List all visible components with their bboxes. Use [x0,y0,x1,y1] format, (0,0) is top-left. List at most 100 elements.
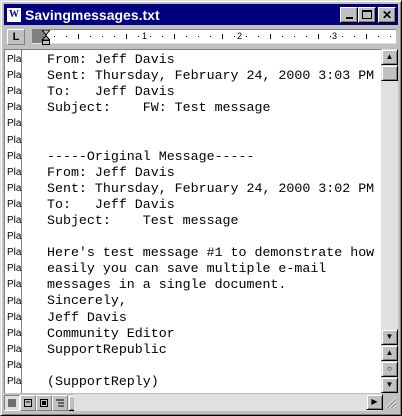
ruler-number-1: 1 [142,31,148,41]
word-app-icon[interactable]: W [6,6,22,23]
style-label[interactable]: Pla [7,199,21,211]
document-line[interactable]: SupportRepublic [47,342,374,358]
style-label[interactable]: Pla [7,376,21,388]
outline-view-button[interactable] [52,394,68,411]
previous-page-icon: ▲ [385,348,394,357]
document-line[interactable]: To: Jeff Davis [47,197,374,213]
minimize-icon [345,17,353,19]
document-line[interactable]: Subject: Test message [47,213,374,229]
style-label[interactable]: Pla [7,328,21,340]
minimize-button[interactable] [340,6,358,23]
style-label[interactable]: Pla [7,86,21,98]
ruler-tick-mark [102,36,103,37]
document-line[interactable]: From: Jeff Davis [47,165,374,181]
normal-view-button[interactable] [4,394,20,411]
browse-object-icon: ○ [387,364,392,373]
document-pane[interactable]: Pla Pla Pla Pla Pla Pla Pla Pla Pla Pla Pla Pla Pla P… [4,49,381,393]
ruler-tick-mark [162,36,163,37]
ruler-tick-mark [138,36,139,37]
document-line[interactable] [47,116,374,132]
tab-selector-button[interactable]: L [7,29,25,45]
horizontal-scrollbar-track[interactable] [74,394,381,411]
style-label[interactable]: Pla [7,279,21,291]
scroll-right-button[interactable]: ▶ [366,394,383,410]
document-line[interactable]: easily you can save multiple e-mail [47,261,374,277]
style-label[interactable]: Pla [7,263,21,275]
ruler-tick-mark [198,36,199,37]
ruler-tick-mark [270,34,271,39]
document-text[interactable]: From: Jeff Davis Sent: Thursday, February… [47,52,374,390]
document-line[interactable]: Subject: FW: Test message [47,100,374,116]
print-layout-view-button[interactable] [36,394,52,411]
document-line[interactable] [47,358,374,374]
ruler-tick-mark [150,36,151,37]
bottom-bar: ◀ ▶ [4,393,398,412]
web-layout-icon [24,398,32,407]
document-line[interactable]: Sent: Thursday, February 24, 2000 3:03 P… [47,68,374,84]
style-label[interactable]: Pla [7,118,21,130]
ruler-tick-mark [378,36,379,37]
style-label[interactable]: Pla [7,135,21,147]
document-line[interactable]: messages in a single document. [47,277,374,293]
style-label[interactable]: Pla [7,360,21,372]
ruler-tick-mark [366,34,367,39]
style-label[interactable]: Pla [7,167,21,179]
document-line[interactable]: Community Editor [47,326,374,342]
style-label[interactable]: Pla [7,231,21,243]
document-window: W Savingmessages.txt ✕ L 1 2 3 Pla Pla Pla… [0,0,402,416]
ruler-tick-mark [54,36,55,37]
select-browse-object-button[interactable]: ○ [381,361,398,377]
ruler-tick-mark [294,36,295,37]
title-bar[interactable]: W Savingmessages.txt ✕ [4,4,398,25]
scroll-right-icon: ▶ [371,397,378,406]
style-label[interactable]: Pla [7,312,21,324]
resize-grip-icon[interactable] [383,395,397,409]
ruler-tick-mark [330,36,331,37]
horizontal-ruler[interactable]: 1 2 3 [32,29,396,45]
window-title: Savingmessages.txt [25,6,160,23]
document-line[interactable]: From: Jeff Davis [47,52,374,68]
scroll-up-button[interactable]: ▲ [381,49,398,65]
close-button[interactable]: ✕ [378,6,396,23]
indent-marker-icon[interactable] [42,30,50,45]
close-icon: ✕ [381,7,393,22]
style-label[interactable]: Pla [7,344,21,356]
outline-view-icon [56,399,64,406]
document-line[interactable]: Sincerely, [47,293,374,309]
next-page-button[interactable]: ▼ [381,377,398,393]
document-line[interactable]: -----Original Message----- [47,149,374,165]
document-line[interactable]: Here's test message #1 to demonstrate ho… [47,245,374,261]
scroll-down-button[interactable]: ▼ [381,329,398,345]
style-label[interactable]: Pla [7,151,21,163]
document-line[interactable]: To: Jeff Davis [47,84,374,100]
document-line[interactable]: Jeff Davis [47,310,374,326]
ruler-tick-mark [282,36,283,37]
style-label[interactable]: Pla [7,70,21,82]
ruler-tick-mark [222,34,223,39]
normal-view-icon [8,399,16,406]
ruler-tick-mark [90,36,91,37]
style-label[interactable]: Pla [7,183,21,195]
vertical-scrollbar[interactable]: ▲ ▼ ▲ ○ ▼ [381,49,398,393]
style-label[interactable]: Pla [7,215,21,227]
scroll-up-icon: ▲ [385,52,394,61]
ruler-tick-mark [390,36,391,37]
ruler-tick-mark [246,36,247,37]
maximize-button[interactable] [358,6,376,23]
maximize-icon [362,10,372,19]
style-label[interactable]: Pla [7,296,21,308]
ruler-tick-mark [78,34,79,39]
document-line[interactable] [47,132,374,148]
previous-page-button[interactable]: ▲ [381,345,398,361]
scroll-thumb[interactable] [381,65,398,81]
style-label[interactable]: Pla [7,54,21,66]
ruler-tick-mark [186,36,187,37]
web-layout-view-button[interactable] [20,394,36,411]
ruler-tick-mark [306,36,307,37]
document-line[interactable]: (SupportReply) [47,374,374,390]
ruler-tick-mark [174,34,175,39]
document-line[interactable] [47,229,374,245]
style-label[interactable]: Pla [7,247,21,259]
style-label[interactable]: Pla [7,102,21,114]
document-line[interactable]: Sent: Thursday, February 24, 2000 3:02 P… [47,181,374,197]
